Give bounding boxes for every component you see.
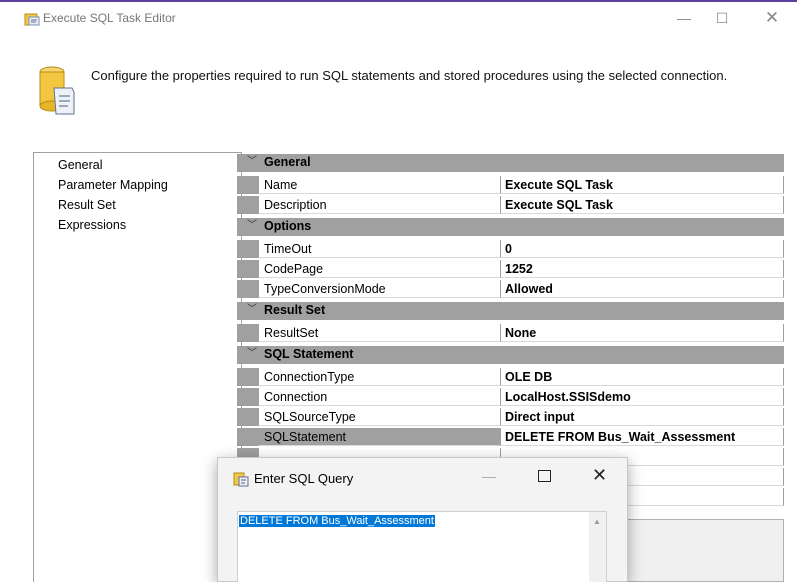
property-name-cell: Description — [259, 196, 501, 214]
row-margin — [237, 240, 259, 258]
header-description: Configure the properties required to run… — [91, 68, 728, 83]
category-label: Result Set — [264, 303, 326, 317]
row-margin — [237, 196, 259, 214]
sql-task-icon — [38, 58, 78, 120]
property-value-cell[interactable]: LocalHost.SSISdemo — [501, 388, 784, 406]
property-name-cell: Connection — [259, 388, 501, 406]
property-value-cell[interactable]: None — [501, 324, 784, 342]
scroll-up-arrow-icon[interactable]: ▲ — [593, 517, 601, 526]
property-name-cell: ConnectionType — [259, 368, 501, 386]
property-name-cell: CodePage — [259, 260, 501, 278]
property-name: ResultSet — [264, 326, 319, 340]
property-name-cell: Name — [259, 176, 501, 194]
dialog-minimize-button[interactable]: — — [482, 468, 496, 484]
row-margin — [237, 176, 259, 194]
property-value: OLE DB — [505, 370, 553, 384]
title-bar: Execute SQL Task Editor — ☐ ✕ — [0, 2, 797, 34]
maximize-button[interactable]: ☐ — [700, 6, 744, 30]
property-name: Connection — [264, 390, 328, 404]
property-name: ConnectionType — [264, 370, 355, 384]
property-value: Execute SQL Task — [505, 178, 613, 192]
property-value: Direct input — [505, 410, 575, 424]
row-margin — [237, 368, 259, 386]
property-row-typeconversionmode[interactable]: TypeConversionMode Allowed — [237, 280, 784, 298]
dialog-close-button[interactable]: ✕ — [592, 465, 607, 486]
property-row-connection[interactable]: Connection LocalHost.SSISdemo — [237, 388, 784, 406]
nav-item-result-set[interactable]: Result Set — [58, 198, 116, 212]
chevron-down-icon[interactable]: ﹀ — [245, 219, 259, 233]
property-row-connectiontype[interactable]: ConnectionType OLE DB — [237, 368, 784, 386]
category-result-set[interactable]: ﹀ Result Set — [237, 302, 784, 320]
task-editor-icon — [24, 12, 40, 26]
property-value-cell[interactable]: DELETE FROM Bus_Wait_Assessment — [501, 428, 784, 446]
property-name: TypeConversionMode — [264, 282, 386, 296]
property-value: Allowed — [505, 282, 553, 296]
row-margin — [237, 280, 259, 298]
dialog-maximize-button[interactable] — [538, 470, 551, 482]
property-value-cell[interactable]: Allowed — [501, 280, 784, 298]
property-name: Description — [264, 198, 327, 212]
property-name: SQLStatement — [264, 430, 346, 444]
property-value: None — [505, 326, 537, 340]
property-value-cell[interactable]: Execute SQL Task — [501, 176, 784, 194]
category-general[interactable]: ﹀ General — [237, 154, 784, 172]
property-row-sqlsourcetype[interactable]: SQLSourceType Direct input — [237, 408, 784, 426]
property-name: Name — [264, 178, 298, 192]
property-value-cell[interactable]: Execute SQL Task — [501, 196, 784, 214]
nav-item-general[interactable]: General — [58, 158, 102, 172]
category-label: General — [264, 155, 311, 169]
property-row-description[interactable]: Description Execute SQL Task — [237, 196, 784, 214]
row-margin — [237, 388, 259, 406]
property-row-name[interactable]: Name Execute SQL Task — [237, 176, 784, 194]
nav-item-parameter-mapping[interactable]: Parameter Mapping — [58, 178, 168, 192]
category-label: Options — [264, 219, 312, 233]
row-margin — [237, 408, 259, 426]
chevron-down-icon[interactable]: ﹀ — [245, 155, 259, 169]
property-value: Execute SQL Task — [505, 198, 613, 212]
property-value: LocalHost.SSISdemo — [505, 390, 631, 404]
category-options[interactable]: ﹀ Options — [237, 218, 784, 236]
property-value: 0 — [505, 242, 512, 256]
window-title: Execute SQL Task Editor — [43, 11, 176, 25]
category-sql-statement[interactable]: ﹀ SQL Statement — [237, 346, 784, 364]
property-value: DELETE FROM Bus_Wait_Assessment — [505, 430, 736, 444]
enter-sql-query-dialog: Enter SQL Query — ✕ DELETE FROM Bus_Wait… — [217, 457, 628, 582]
property-value-cell[interactable]: OLE DB — [501, 368, 784, 386]
nav-item-expressions[interactable]: Expressions — [58, 218, 126, 232]
property-row-codepage[interactable]: CodePage 1252 — [237, 260, 784, 278]
category-label: SQL Statement — [264, 347, 354, 361]
row-margin — [237, 428, 259, 446]
property-name-cell: TypeConversionMode — [259, 280, 501, 298]
property-name: TimeOut — [264, 242, 312, 256]
sql-query-textarea[interactable]: DELETE FROM Bus_Wait_Assessment ▲ — [237, 511, 607, 582]
property-name-cell: SQLSourceType — [259, 408, 501, 426]
property-name-cell: SQLStatement — [259, 428, 501, 446]
property-name: CodePage — [264, 262, 324, 276]
page-navigation: General Parameter Mapping Result Set Exp… — [33, 152, 242, 582]
property-name-cell: ResultSet — [259, 324, 501, 342]
row-margin — [237, 324, 259, 342]
chevron-down-icon[interactable]: ﹀ — [245, 347, 259, 361]
property-row-resultset[interactable]: ResultSet None — [237, 324, 784, 342]
property-value-cell[interactable]: 1252 — [501, 260, 784, 278]
property-value: 1252 — [505, 262, 533, 276]
dialog-title: Enter SQL Query — [254, 471, 354, 486]
property-value-cell[interactable]: Direct input — [501, 408, 784, 426]
property-name: SQLSourceType — [264, 410, 356, 424]
property-name-cell: TimeOut — [259, 240, 501, 258]
row-margin — [237, 260, 259, 278]
property-row-timeout[interactable]: TimeOut 0 — [237, 240, 784, 258]
chevron-down-icon[interactable]: ﹀ — [245, 303, 259, 317]
vertical-scrollbar[interactable]: ▲ — [589, 512, 606, 582]
property-row-sqlstatement[interactable]: SQLStatement DELETE FROM Bus_Wait_Assess… — [237, 428, 784, 446]
sql-query-text: DELETE FROM Bus_Wait_Assessment — [239, 515, 435, 527]
sql-query-icon — [233, 471, 249, 487]
close-button[interactable]: ✕ — [750, 6, 794, 30]
property-value-cell[interactable]: 0 — [501, 240, 784, 258]
